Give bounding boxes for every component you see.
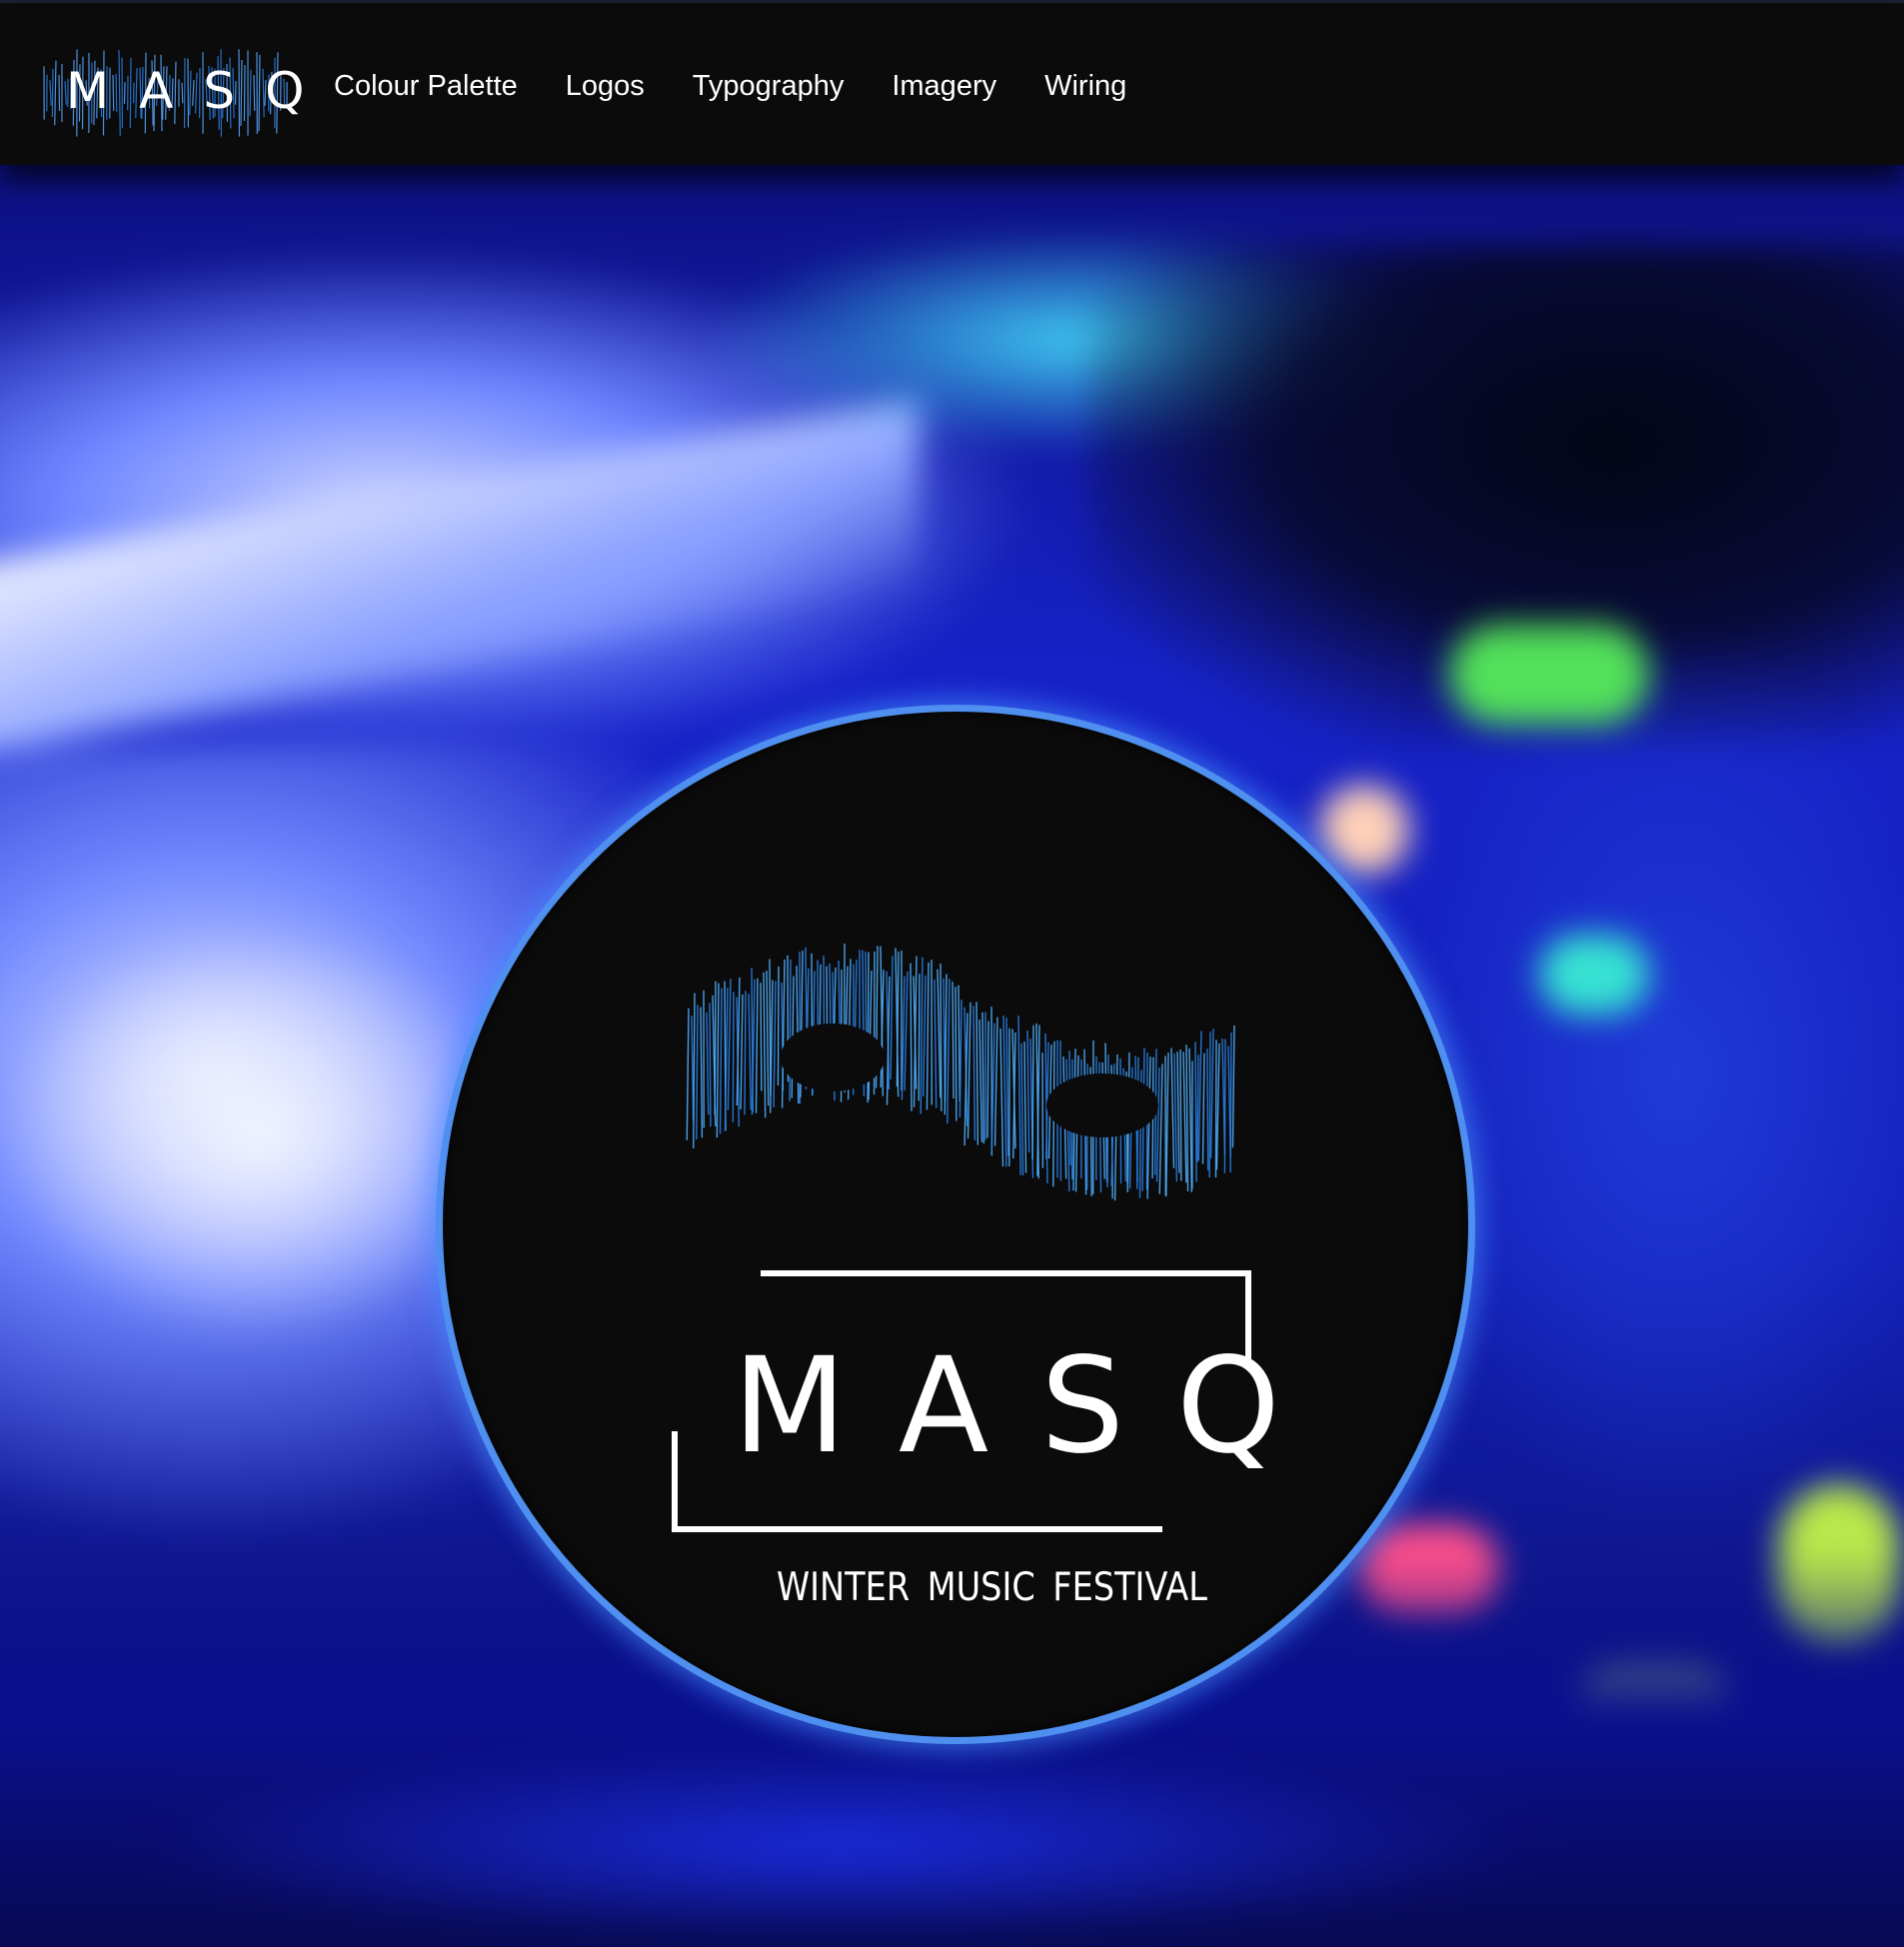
nav-logo[interactable]: MASQ — [42, 47, 304, 139]
emblem-subtitle: WINTER MUSIC FESTIVAL — [777, 1565, 1207, 1610]
festival-emblem: MASQ WINTER MUSIC FESTIVAL — [436, 705, 1475, 1744]
nav-link-imagery[interactable]: Imagery — [892, 66, 996, 106]
nav-link-logos[interactable]: Logos — [566, 66, 645, 106]
hero-section: MASQ WINTER MUSIC FESTIVAL — [0, 165, 1904, 1947]
nav-link-typography[interactable]: Typography — [693, 66, 845, 106]
emblem-title: MASQ — [733, 1329, 1332, 1483]
nav-logo-text: MASQ — [66, 62, 335, 120]
nav-link-wiring[interactable]: Wiring — [1044, 66, 1126, 106]
top-navigation: MASQ Colour Palette Logos Typography Ima… — [0, 3, 1904, 165]
nav-links: Colour Palette Logos Typography Imagery … — [334, 66, 1174, 106]
nav-link-colour-palette[interactable]: Colour Palette — [334, 66, 518, 106]
